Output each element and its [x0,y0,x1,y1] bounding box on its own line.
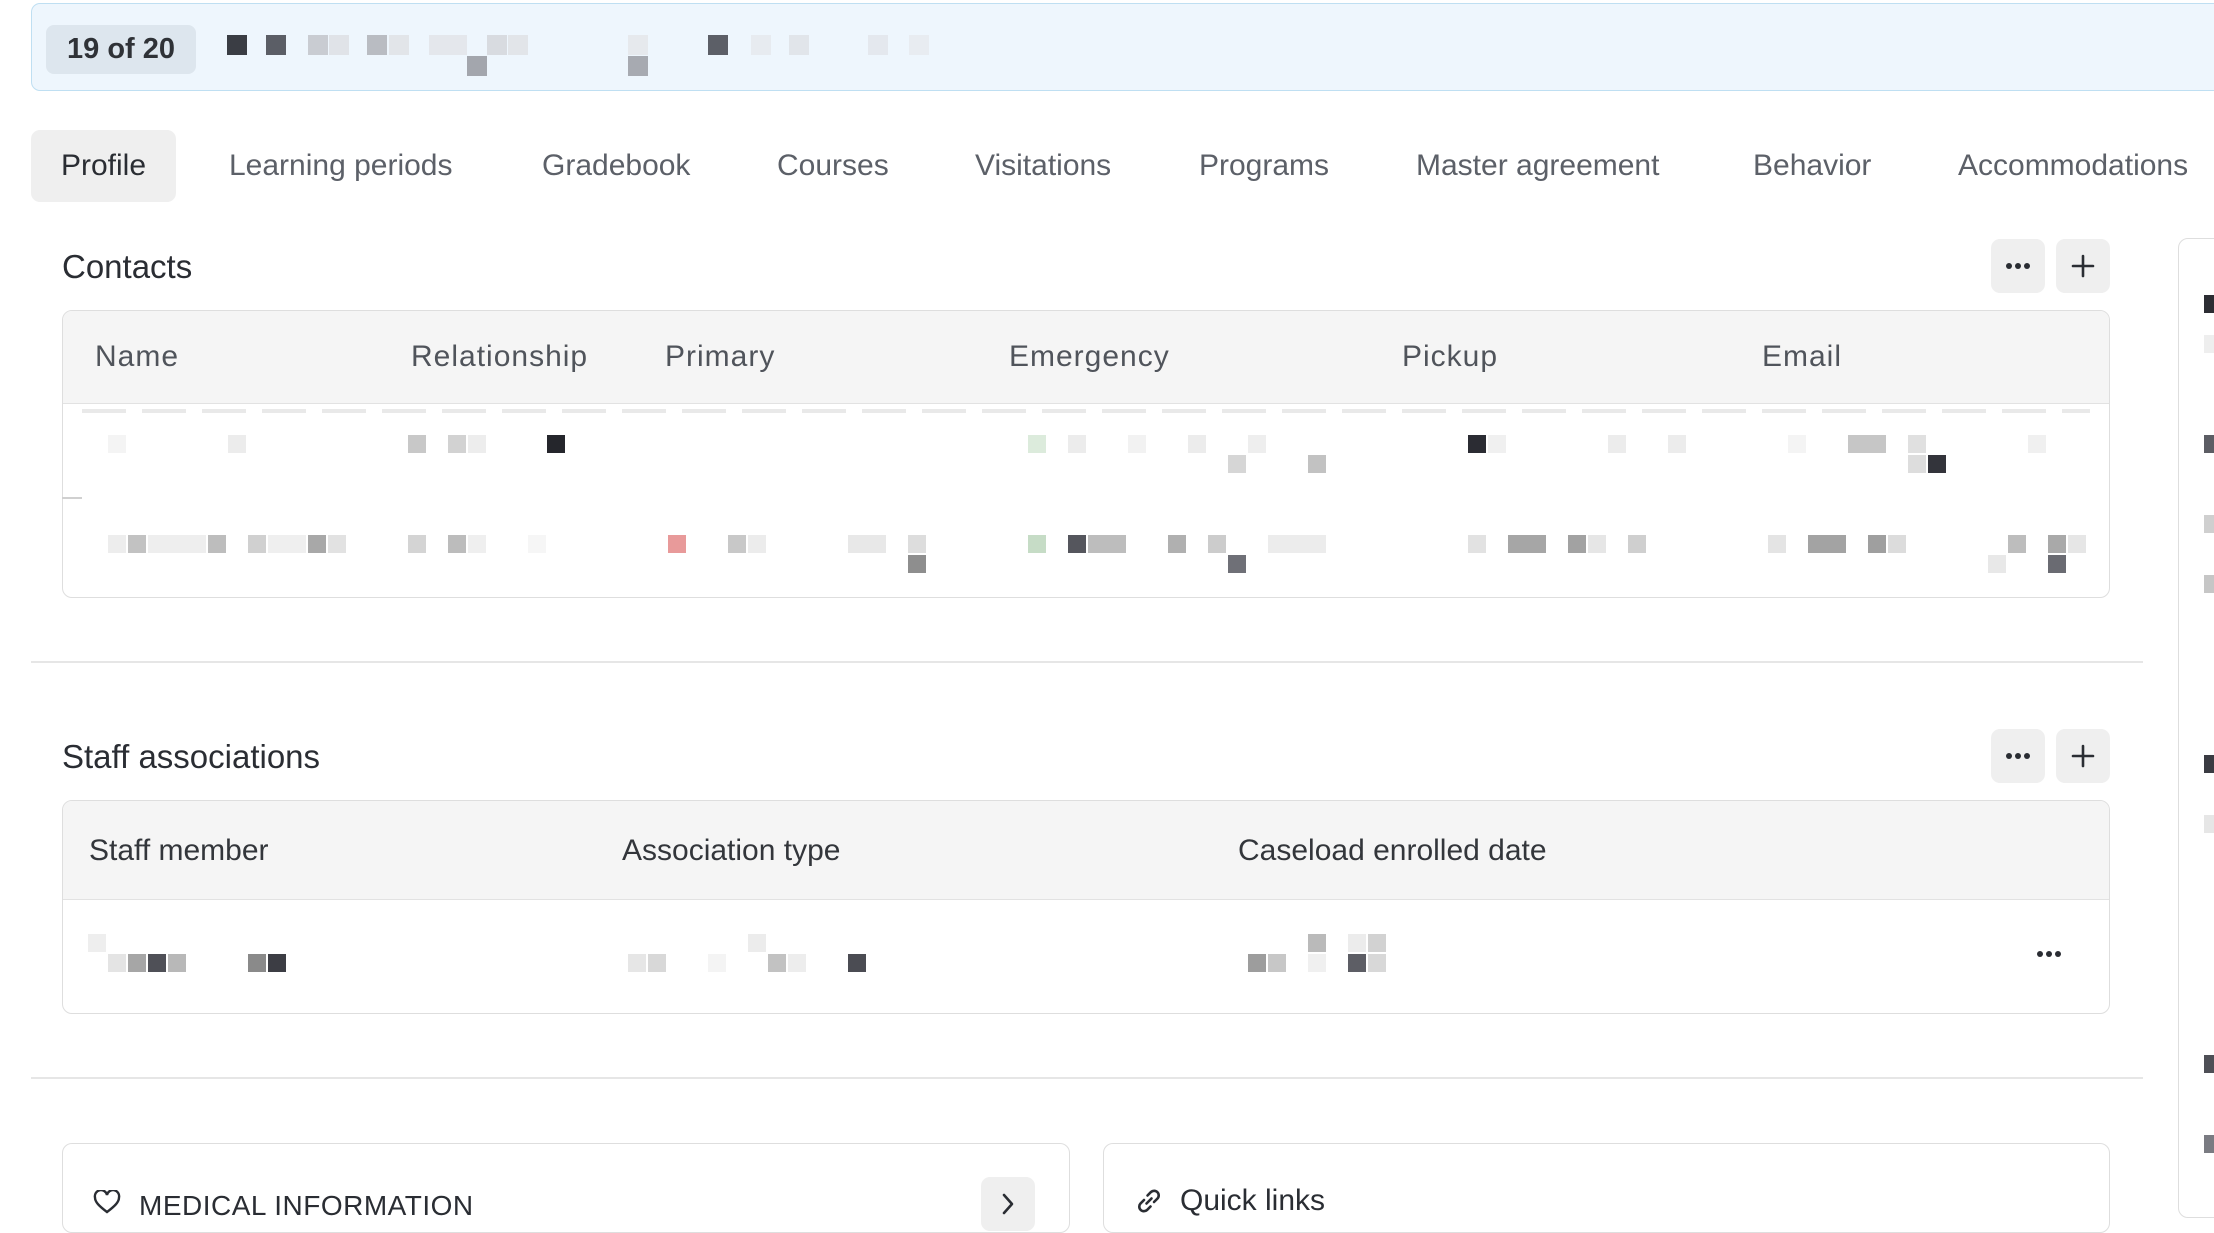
tab-master-agreement[interactable]: Master agreement [1416,130,1659,202]
column-header-name[interactable]: Name [95,340,179,374]
section-divider [31,1077,2143,1079]
table-row-separator [82,409,2090,413]
column-header-emergency[interactable]: Emergency [1009,340,1170,374]
tab-learning-periods[interactable]: Learning periods [229,130,453,202]
column-header-staff-member[interactable]: Staff member [89,834,269,868]
tab-visitations[interactable]: Visitations [975,130,1111,202]
row-marker [62,497,82,499]
contacts-table-header: Name Relationship Primary Emergency Pick… [63,311,2109,404]
more-horizontal-icon [2006,753,2030,759]
plus-icon [2071,254,2095,278]
column-header-primary[interactable]: Primary [665,340,775,374]
more-horizontal-icon [2006,263,2030,269]
tab-behavior[interactable]: Behavior [1753,130,1871,202]
quick-links-card: Quick links [1103,1143,2110,1233]
medical-open-button[interactable] [981,1177,1035,1231]
row-more-icon[interactable] [2036,950,2062,958]
contacts-more-button[interactable] [1991,239,2045,293]
side-panel [2178,238,2214,1218]
column-header-email[interactable]: Email [1762,340,1842,374]
staff-table-header: Staff member Association type Caseload e… [63,801,2109,900]
tab-programs[interactable]: Programs [1199,130,1329,202]
medical-icon [93,1190,121,1214]
column-header-pickup[interactable]: Pickup [1402,340,1498,374]
staff-associations-title: Staff associations [62,738,321,775]
column-header-association-type[interactable]: Association type [622,834,840,868]
contacts-add-button[interactable] [2056,239,2110,293]
staff-more-button[interactable] [1991,729,2045,783]
record-navigation-banner: 19 of 20 [31,3,2214,91]
medical-information-title: MEDICAL INFORMATION [139,1190,474,1221]
column-header-relationship[interactable]: Relationship [411,340,588,374]
tab-accommodations[interactable]: Accommodations [1958,130,2188,202]
chevron-right-icon [1002,1193,1014,1215]
plus-icon [2071,744,2095,768]
record-counter-badge: 19 of 20 [46,25,196,74]
staff-associations-table: Staff member Association type Caseload e… [62,800,2110,1014]
column-header-caseload-enrolled-date[interactable]: Caseload enrolled date [1238,834,1547,868]
section-divider [31,661,2143,663]
medical-information-card[interactable]: MEDICAL INFORMATION [62,1143,1070,1233]
link-icon [1138,1189,1160,1213]
contacts-table: Name Relationship Primary Emergency Pick… [62,310,2110,598]
tab-gradebook[interactable]: Gradebook [542,130,690,202]
quick-links-title: Quick links [1180,1184,1326,1217]
tab-courses[interactable]: Courses [777,130,889,202]
contacts-section-title: Contacts [62,248,193,285]
tab-profile[interactable]: Profile [31,130,177,202]
staff-add-button[interactable] [2056,729,2110,783]
